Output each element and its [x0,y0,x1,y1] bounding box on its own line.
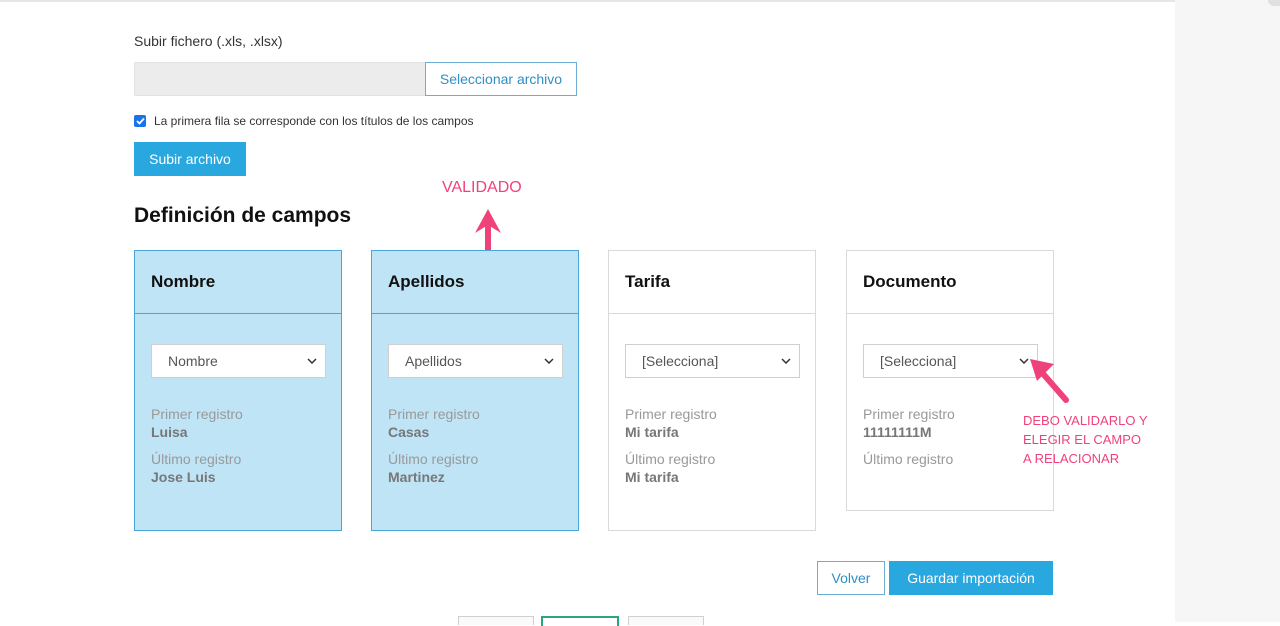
select-value: Nombre [168,353,218,369]
field-card-title: Documento [847,251,1053,314]
field-card-tarifa: Tarifa [Selecciona] Primer registro Mi t… [608,250,816,531]
first-record-label: Primer registro [388,406,480,422]
back-button[interactable]: Volver [817,561,885,595]
chevron-down-icon [307,358,317,364]
section-title: Definición de campos [134,204,352,227]
right-gutter [1175,0,1280,622]
first-record-label: Primer registro [863,406,955,422]
upload-file-button[interactable]: Subir archivo [134,142,246,176]
last-record-value: Martinez [388,469,445,485]
field-mapping-select[interactable]: Nombre [151,344,326,378]
bottom-thumbnail[interactable] [458,616,534,625]
arrow-up-left-icon [1030,359,1069,403]
first-record-value: Casas [388,424,430,440]
field-card-apellidos: Apellidos Apellidos Primer registro Casa… [371,250,579,531]
chevron-down-icon [781,358,791,364]
last-record-value: Mi tarifa [625,469,679,485]
first-record-value: Luisa [151,424,188,440]
first-record-value: 11111111M [863,424,932,440]
file-path-field[interactable] [134,62,425,96]
last-record-label: Último registro [151,451,242,467]
select-value: [Selecciona] [642,353,719,369]
checkmark-icon [135,117,145,125]
annotation-debo-validarlo: DEBO VALIDARLO Y ELEGIR EL CAMPO A RELAC… [1023,411,1173,468]
save-import-button[interactable]: Guardar importación [889,561,1053,595]
field-mapping-select[interactable]: Apellidos [388,344,563,378]
last-record-value [863,469,1037,485]
annotation-line: DEBO VALIDARLO Y [1023,413,1148,428]
select-value: [Selecciona] [880,353,957,369]
annotation-line: ELEGIR EL CAMPO [1023,432,1141,447]
select-file-button[interactable]: Seleccionar archivo [425,62,577,96]
field-card-nombre: Nombre Nombre Primer registro Luisa Últi… [134,250,342,531]
bottom-thumbnail[interactable] [628,616,704,625]
last-record-label: Último registro [388,451,479,467]
annotation-validado: VALIDADO [442,179,522,196]
annotation-line: A RELACIONAR [1023,451,1120,466]
select-value: Apellidos [405,353,462,369]
upload-label: Subir fichero (.xls, .xlsx) [134,33,283,49]
field-card-documento: Documento [Selecciona] Primer registro 1… [846,250,1054,511]
first-record-value: Mi tarifa [625,424,679,440]
first-row-checkbox[interactable] [134,115,146,127]
bottom-thumbnail-active[interactable] [541,616,619,626]
last-record-label: Último registro [625,451,716,467]
field-card-title: Apellidos [372,251,578,314]
first-row-checkbox-label: La primera fila se corresponde con los t… [154,114,474,128]
field-mapping-select[interactable]: [Selecciona] [625,344,800,378]
last-record-value: Jose Luis [151,469,216,485]
first-record-label: Primer registro [625,406,717,422]
chevron-down-icon [544,358,554,364]
field-mapping-select[interactable]: [Selecciona] [863,344,1038,378]
last-record-label: Último registro [863,451,954,467]
field-card-title: Tarifa [609,251,815,314]
field-card-title: Nombre [135,251,341,314]
first-row-option: La primera fila se corresponde con los t… [134,114,474,128]
first-record-label: Primer registro [151,406,243,422]
top-divider [0,0,1175,2]
